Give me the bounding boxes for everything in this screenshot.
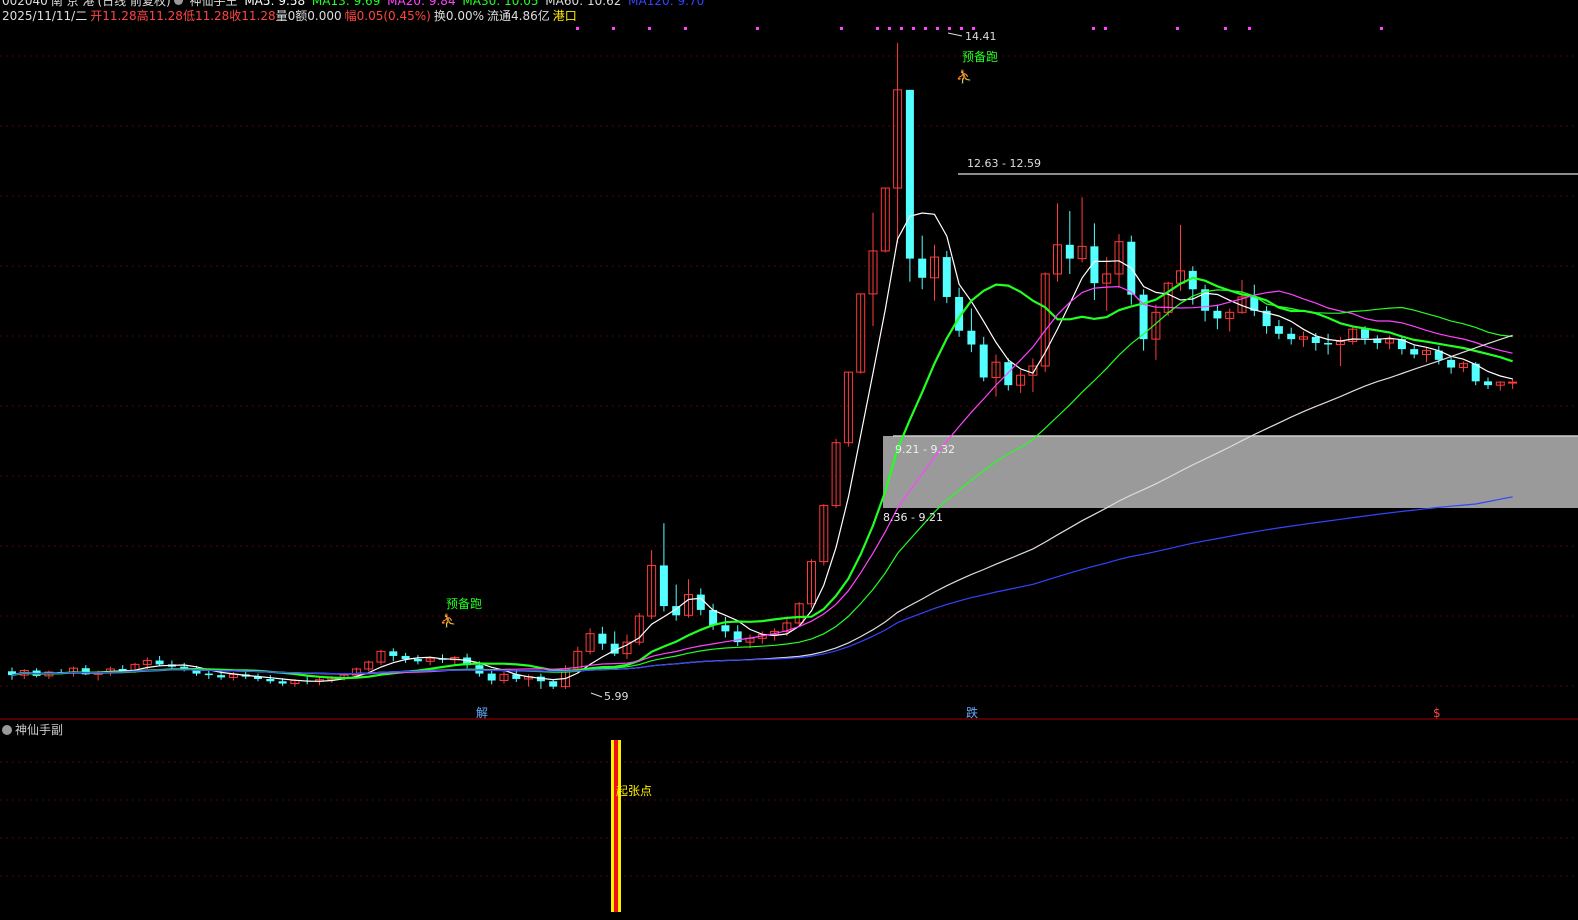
candle-body <box>278 681 287 684</box>
signal-dot <box>876 27 879 30</box>
candle-body <box>266 678 275 682</box>
signal-dot <box>1104 27 1107 30</box>
signal-dot <box>924 27 927 30</box>
signal-label: 预备跑 <box>446 597 482 611</box>
toggle-icon[interactable] <box>2 725 12 735</box>
candle-body <box>709 609 718 626</box>
candle-body <box>1287 333 1296 340</box>
signal-dot <box>900 27 903 30</box>
signal-dot <box>612 27 615 30</box>
leader-line <box>590 692 603 698</box>
kline-chart[interactable]: 14.41 12.63 - 12.59 9.21 - 9.32 8.36 - 9.21… <box>0 0 1578 920</box>
candle-body <box>389 651 398 656</box>
signal-dot <box>648 27 651 30</box>
candle-body <box>1447 359 1456 368</box>
candle-body <box>1361 329 1369 339</box>
candle-body <box>1004 362 1013 386</box>
signal-dot <box>756 27 759 30</box>
signal-label: 预备跑 <box>962 50 998 64</box>
candle-body <box>967 330 976 345</box>
resistance-label: 12.63 - 12.59 <box>967 157 1041 170</box>
candle-body <box>1065 244 1074 259</box>
signal-dot <box>888 27 891 30</box>
signal-dot <box>576 27 579 30</box>
signal-dot <box>936 27 939 30</box>
candle-body <box>942 257 951 297</box>
signal-dot <box>1380 27 1383 30</box>
candle-body <box>413 659 422 662</box>
candle-body <box>1410 349 1419 355</box>
marker-label: $ <box>1433 706 1441 720</box>
candle-body <box>979 344 988 378</box>
candle-body <box>1484 381 1492 386</box>
marker-label: 跌 <box>966 705 978 720</box>
signal-dot <box>912 27 915 30</box>
signal-dot <box>960 27 963 30</box>
signal-dot <box>1092 27 1095 30</box>
candle-body <box>659 565 668 607</box>
signal-dot <box>1176 27 1179 30</box>
marker-label: 解 <box>476 706 488 720</box>
ma-line <box>11 496 1513 676</box>
candle-body <box>204 673 213 676</box>
runner-icon: ⛹ <box>956 68 972 85</box>
candle-body <box>1508 381 1518 384</box>
signal-bar-core <box>614 740 618 912</box>
candle-body <box>217 675 226 678</box>
signal-dot <box>948 27 951 30</box>
leader-line <box>947 32 963 37</box>
candle-body <box>721 625 730 632</box>
high-price-label: 14.41 <box>965 30 997 43</box>
zone-upper-label: 9.21 - 9.32 <box>895 443 955 456</box>
sub-chart-title[interactable]: 神仙手副 <box>2 721 63 738</box>
candle-body <box>1213 310 1222 319</box>
signal-dot <box>684 27 687 30</box>
runner-icon: ⛹ <box>440 612 456 629</box>
signal-dot <box>1224 27 1227 30</box>
zone-lower-label: 8.36 - 9.21 <box>883 511 943 524</box>
signal-dot <box>1248 27 1251 30</box>
candle-body <box>1311 336 1320 343</box>
candle-body <box>696 594 705 610</box>
candle-body <box>487 673 496 681</box>
candle-body <box>598 633 607 644</box>
low-price-label: 5.99 <box>604 690 629 703</box>
candle-body <box>549 681 558 687</box>
candle-body <box>1324 342 1333 345</box>
candle-body <box>155 660 164 665</box>
candle-body <box>918 258 927 278</box>
candle-body <box>1274 326 1283 334</box>
candle-body <box>905 89 914 259</box>
signal-dot <box>840 27 843 30</box>
signal-text: 起张点 <box>616 784 652 798</box>
sub-chart-name: 神仙手副 <box>15 723 64 737</box>
